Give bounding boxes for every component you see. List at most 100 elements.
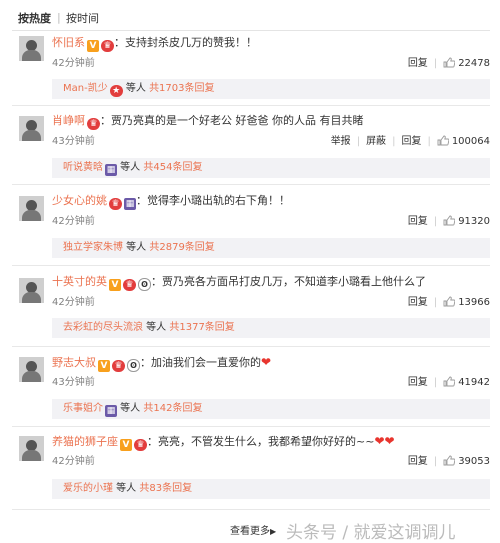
reply-username[interactable]: 去彩虹的尽头流浪 xyxy=(63,322,143,333)
reply-others-label: 等人 xyxy=(123,242,150,253)
badge-icon: ▦ xyxy=(124,198,136,210)
block-button[interactable]: 屏蔽 xyxy=(366,132,386,147)
panda-icon: ʘ xyxy=(127,359,140,372)
avatar[interactable] xyxy=(19,196,44,221)
comment-username[interactable]: 肖峥啊 xyxy=(52,114,85,127)
comment-text: ：支持封杀皮几万的赞我！！ xyxy=(114,36,257,49)
like-count: 39053 xyxy=(458,456,490,467)
reply-others-label: 等人 xyxy=(143,322,170,333)
verified-icon: V xyxy=(120,439,132,451)
comment-time: 42分钟前 xyxy=(52,58,95,69)
comment-username[interactable]: 十英寸的英 xyxy=(52,275,107,288)
divider xyxy=(12,105,490,106)
comment-time: 42分钟前 xyxy=(52,216,95,227)
reply-username[interactable]: 听说黄晗 xyxy=(63,162,103,173)
divider xyxy=(12,346,490,347)
reply-summary[interactable]: Man-凯少 ★ 等人 共1703条回复 xyxy=(52,79,490,99)
badge-icon: ▦ xyxy=(105,405,117,417)
comment-time: 42分钟前 xyxy=(52,297,95,308)
thumbs-up-icon[interactable] xyxy=(443,455,456,466)
reply-username[interactable]: 爱乐的小瑾 xyxy=(63,483,113,494)
vip-level-icon: ♛ xyxy=(109,198,122,210)
reply-count-link[interactable]: 共2879条回复 xyxy=(149,242,214,253)
avatar[interactable] xyxy=(19,436,44,461)
vip-level-icon: ★ xyxy=(109,85,123,97)
avatar[interactable] xyxy=(19,278,44,303)
avatar[interactable] xyxy=(19,357,44,382)
badge-icon: ▦ xyxy=(105,164,117,176)
reply-others-label: 等人 xyxy=(117,162,144,173)
reply-summary[interactable]: 独立学家朱博 等人 共2879条回复 xyxy=(52,238,490,258)
like-count: 13966 xyxy=(458,297,490,308)
vip-level-icon: ♛ xyxy=(112,360,125,372)
thumbs-up-icon[interactable] xyxy=(443,376,456,387)
reply-username[interactable]: 独立学家朱博 xyxy=(63,242,123,253)
arrow-right-icon: ▶ xyxy=(270,527,277,536)
comment-username[interactable]: 少女心的姚 xyxy=(52,194,107,207)
divider xyxy=(12,30,490,31)
divider xyxy=(12,426,490,427)
reply-button[interactable]: 回复 xyxy=(408,54,428,69)
comment-time: 42分钟前 xyxy=(52,456,95,467)
reply-summary[interactable]: 乐事姐介 ▦ 等人 共142条回复 xyxy=(52,399,490,419)
vip-level-icon: ♛ xyxy=(87,118,100,130)
reply-count-link[interactable]: 共83条回复 xyxy=(139,483,192,494)
reply-others-label: 等人 xyxy=(113,483,140,494)
reply-username[interactable]: 乐事姐介 xyxy=(63,403,103,414)
comment-text: ：加油我们会一直爱你的 xyxy=(140,356,261,369)
tab-sort-hot[interactable]: 按热度 xyxy=(18,10,51,26)
reply-count-link[interactable]: 共1377条回复 xyxy=(169,322,234,333)
reply-button[interactable]: 回复 xyxy=(408,373,428,388)
reply-username[interactable]: Man-凯少 xyxy=(63,83,108,94)
like-count: 22478 xyxy=(458,58,490,69)
thumbs-up-icon[interactable] xyxy=(443,57,456,68)
view-more-label: 查看更多 xyxy=(230,526,270,537)
panda-icon: ʘ xyxy=(138,278,151,291)
verified-icon: V xyxy=(98,360,110,372)
thumbs-up-icon[interactable] xyxy=(437,135,449,146)
divider xyxy=(12,184,490,185)
reply-button[interactable]: 回复 xyxy=(408,293,428,308)
reply-others-label: 等人 xyxy=(117,403,144,414)
reply-count-link[interactable]: 共1703条回复 xyxy=(149,83,214,94)
reply-button[interactable]: 回复 xyxy=(408,212,428,227)
reply-count-link[interactable]: 共142条回复 xyxy=(143,403,202,414)
reply-count-link[interactable]: 共454条回复 xyxy=(143,162,202,173)
sort-tabs: 按热度 | 按时间 xyxy=(0,0,500,32)
avatar[interactable] xyxy=(19,36,44,61)
footer: 查看更多▶ 头条号 / 就爱这调调儿 xyxy=(0,520,500,543)
comment-text: ：贾乃亮各方面吊打皮几万，不知道李小璐看上他什么了 xyxy=(151,275,426,288)
report-button[interactable]: 举报 xyxy=(331,132,351,147)
comment-time: 43分钟前 xyxy=(52,136,95,147)
like-count: 100064 xyxy=(451,136,490,147)
like-count: 91320 xyxy=(458,216,490,227)
reply-summary[interactable]: 去彩虹的尽头流浪 等人 共1377条回复 xyxy=(52,318,490,338)
vip-level-icon: ♛ xyxy=(123,279,136,291)
avatar[interactable] xyxy=(19,116,44,141)
view-more-link[interactable]: 查看更多▶ xyxy=(230,522,276,537)
reply-summary[interactable]: 爱乐的小瑾 等人 共83条回复 xyxy=(52,479,490,499)
verified-icon: V xyxy=(109,279,121,291)
tab-sort-time[interactable]: 按时间 xyxy=(66,10,99,26)
reply-button[interactable]: 回复 xyxy=(408,452,428,467)
comment-username[interactable]: 怀旧系 xyxy=(52,36,85,49)
reply-button[interactable]: 回复 xyxy=(401,132,421,147)
divider xyxy=(12,265,490,266)
heart-icon: ❤❤ xyxy=(374,434,395,448)
tab-divider: | xyxy=(57,11,61,24)
thumbs-up-icon[interactable] xyxy=(443,296,456,307)
comment-username[interactable]: 野志大叔 xyxy=(52,356,96,369)
watermark: 头条号 / 就爱这调调儿 xyxy=(286,523,456,543)
comment-text: ：觉得李小璐出轨的右下角！！ xyxy=(136,194,290,207)
comment-time: 43分钟前 xyxy=(52,377,95,388)
divider xyxy=(12,509,490,510)
heart-icon: ❤ xyxy=(261,355,272,369)
thumbs-up-icon[interactable] xyxy=(443,215,456,226)
comment-text: ：贾乃亮真的是一个好老公 好爸爸 你的人品 有目共睹 xyxy=(100,114,364,127)
vip-level-icon: ♛ xyxy=(134,439,147,451)
comment-username[interactable]: 养猫的狮子座 xyxy=(52,435,118,448)
verified-icon: V xyxy=(87,40,99,52)
reply-summary[interactable]: 听说黄晗 ▦ 等人 共454条回复 xyxy=(52,158,490,178)
comment-text: ：亮亮，不管发生什么，我都希望你好好的~~ xyxy=(147,435,375,448)
like-count: 41942 xyxy=(458,377,490,388)
